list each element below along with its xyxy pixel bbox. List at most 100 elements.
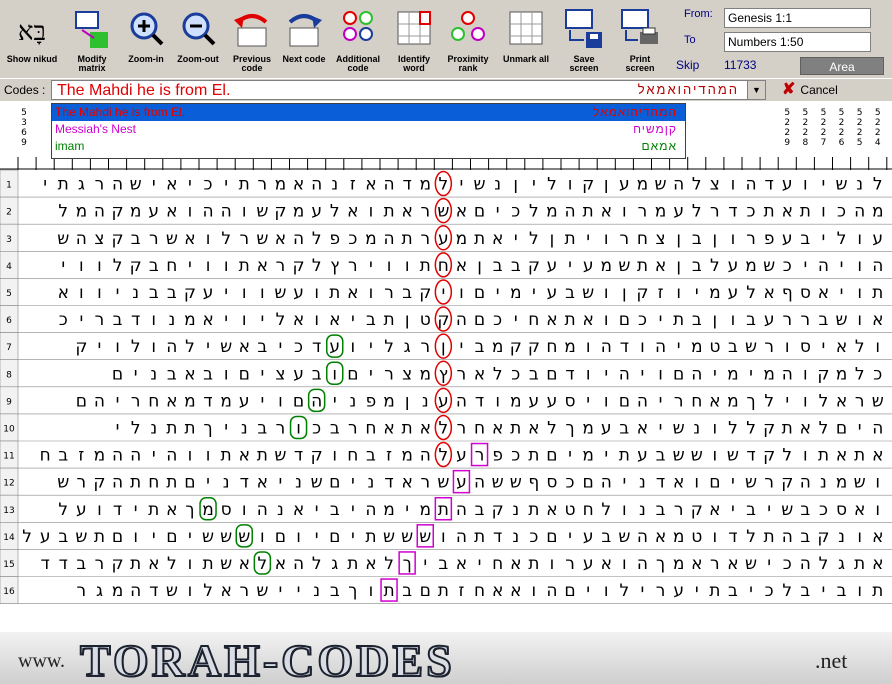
matrix-letter: ם (709, 473, 720, 493)
matrix-letter: ן (441, 337, 446, 357)
matrix-letter: ש (437, 473, 449, 493)
codes-combo[interactable]: The Mahdi he is from El. המהדיהואמאל ▼ (51, 80, 766, 100)
matrix-letter: ו (568, 175, 573, 195)
matrix-letter: ב (149, 256, 159, 276)
cancel-button[interactable]: ✘ Cancel (776, 80, 856, 100)
matrix-letter: ו (79, 283, 84, 303)
unmark-all-button[interactable]: Unmark all (500, 4, 552, 76)
show-nikud-button[interactable]: בָּא Show nikud (6, 4, 58, 76)
to-field[interactable]: Numbers 1:50 (724, 32, 871, 52)
matrix-letter: י (116, 283, 120, 303)
matrix-letter: ש (673, 418, 685, 438)
matrix-letter: פ (366, 391, 377, 411)
previous-code-button[interactable]: Previous code (226, 4, 278, 76)
dropdown-item[interactable]: The Mahdi he is from El. המהדיהואמאל (52, 104, 685, 121)
matrix-letter: נ (512, 500, 519, 520)
matrix-letter: ט (691, 527, 702, 547)
matrix-letter: ו (260, 283, 265, 303)
area-button[interactable]: Area (800, 57, 884, 75)
identify-word-button[interactable]: Identify word (388, 4, 440, 76)
matrix-letter: ש (220, 554, 232, 574)
matrix-letter: ב (800, 500, 810, 520)
matrix-letter: ש (220, 527, 232, 547)
matrix-letter: ה (601, 473, 612, 493)
matrix-letter: ס (221, 500, 232, 520)
letter-matrix[interactable]: 53695229522852275226522552241 לנשיועדהוצל… (0, 101, 892, 632)
save-screen-button[interactable]: Save screen (558, 4, 610, 76)
matrix-letter: ו (206, 256, 211, 276)
row-number: 9 (6, 397, 12, 407)
matrix-letter: ה (619, 364, 630, 384)
matrix-letter: ב (511, 256, 521, 276)
matrix-letter: י (61, 256, 65, 276)
matrix-letter: ר (77, 581, 87, 601)
matrix-letter: ע (764, 310, 775, 330)
matrix-letter: ם (329, 527, 340, 547)
modify-matrix-button[interactable]: Modify matrix (66, 4, 118, 76)
dropdown-item[interactable]: Messiah's Nest קןמשיח (52, 121, 685, 138)
matrix-letter: ל (439, 418, 449, 438)
matrix-letter: י (224, 310, 228, 330)
matrix-letter: ה (691, 364, 702, 384)
matrix-letter: ל (312, 229, 322, 249)
matrix-letter: ל (58, 202, 68, 222)
matrix-letter: ם (275, 527, 286, 547)
additional-code-button[interactable]: Additional code (332, 4, 384, 76)
matrix-letter: ד (765, 175, 774, 195)
matrix-letter: ו (97, 283, 102, 303)
matrix-letter: ת (818, 446, 829, 466)
matrix-letter: מ (184, 310, 196, 330)
from-field[interactable]: Genesis 1:1 (724, 8, 871, 28)
matrix-letter: י (586, 391, 590, 411)
matrix-letter: ב (746, 500, 756, 520)
matrix-letter: ו (387, 256, 392, 276)
row-number: 13 (3, 506, 14, 516)
dropdown-item[interactable]: imam אמאם (52, 138, 685, 155)
matrix-letter: ת (564, 229, 575, 249)
matrix-letter: א (58, 283, 69, 303)
codes-dropdown-list[interactable]: The Mahdi he is from El. המהדיהואמאל Messi… (51, 103, 686, 159)
matrix-letter: א (818, 283, 829, 303)
matrix-letter: ב (312, 364, 322, 384)
matrix-letter: ש (836, 175, 848, 195)
matrix-letter: ת (709, 581, 720, 601)
matrix-letter: ש (311, 473, 323, 493)
matrix-letter: ה (112, 473, 123, 493)
dropdown-item-label: imam (55, 139, 85, 153)
matrix-letter: ס (565, 391, 576, 411)
matrix-letter: ב (438, 554, 448, 574)
matrix-letter: י (260, 364, 264, 384)
row-number: 10 (3, 424, 15, 434)
matrix-letter: ר (384, 364, 394, 384)
matrix-letter: ת (637, 256, 648, 276)
matrix-letter: ל (203, 581, 213, 601)
matrix-letter: ש (238, 527, 250, 547)
matrix-letter: ה (637, 391, 648, 411)
matrix-letter: ק (528, 256, 540, 276)
zoom-out-button[interactable]: Zoom-out (172, 4, 224, 76)
dropdown-item-label: The Mahdi he is from El. (55, 105, 186, 119)
matrix-letter: ח (166, 256, 177, 276)
proximity-rank-button[interactable]: Proximity rank (442, 4, 494, 76)
matrix-letter: ת (438, 581, 449, 601)
matrix-letter: נ (639, 500, 646, 520)
matrix-letter: ל (439, 175, 449, 195)
zoom-in-button[interactable]: Zoom-in (120, 4, 172, 76)
matrix-letter: מ (582, 418, 594, 438)
matrix-letter: ש (75, 527, 87, 547)
matrix-letter: ב (656, 446, 666, 466)
matrix-letter: י (333, 391, 337, 411)
matrix-letter: ס (546, 473, 557, 493)
matrix-letter: כ (59, 310, 68, 330)
print-screen-button[interactable]: Print screen (614, 4, 666, 76)
matrix-letter: א (257, 473, 268, 493)
matrix-letter: ר (95, 175, 105, 195)
matrix-letter: ן (405, 310, 410, 330)
matrix-letter: ב (330, 500, 340, 520)
matrix-letter: י (822, 581, 826, 601)
matrix-letter: ש (745, 473, 757, 493)
chevron-down-icon[interactable]: ▼ (747, 81, 765, 99)
next-code-button[interactable]: Next code (278, 4, 330, 76)
next-code-label: Next code (282, 54, 326, 64)
matrix-letter: ת (872, 283, 883, 303)
